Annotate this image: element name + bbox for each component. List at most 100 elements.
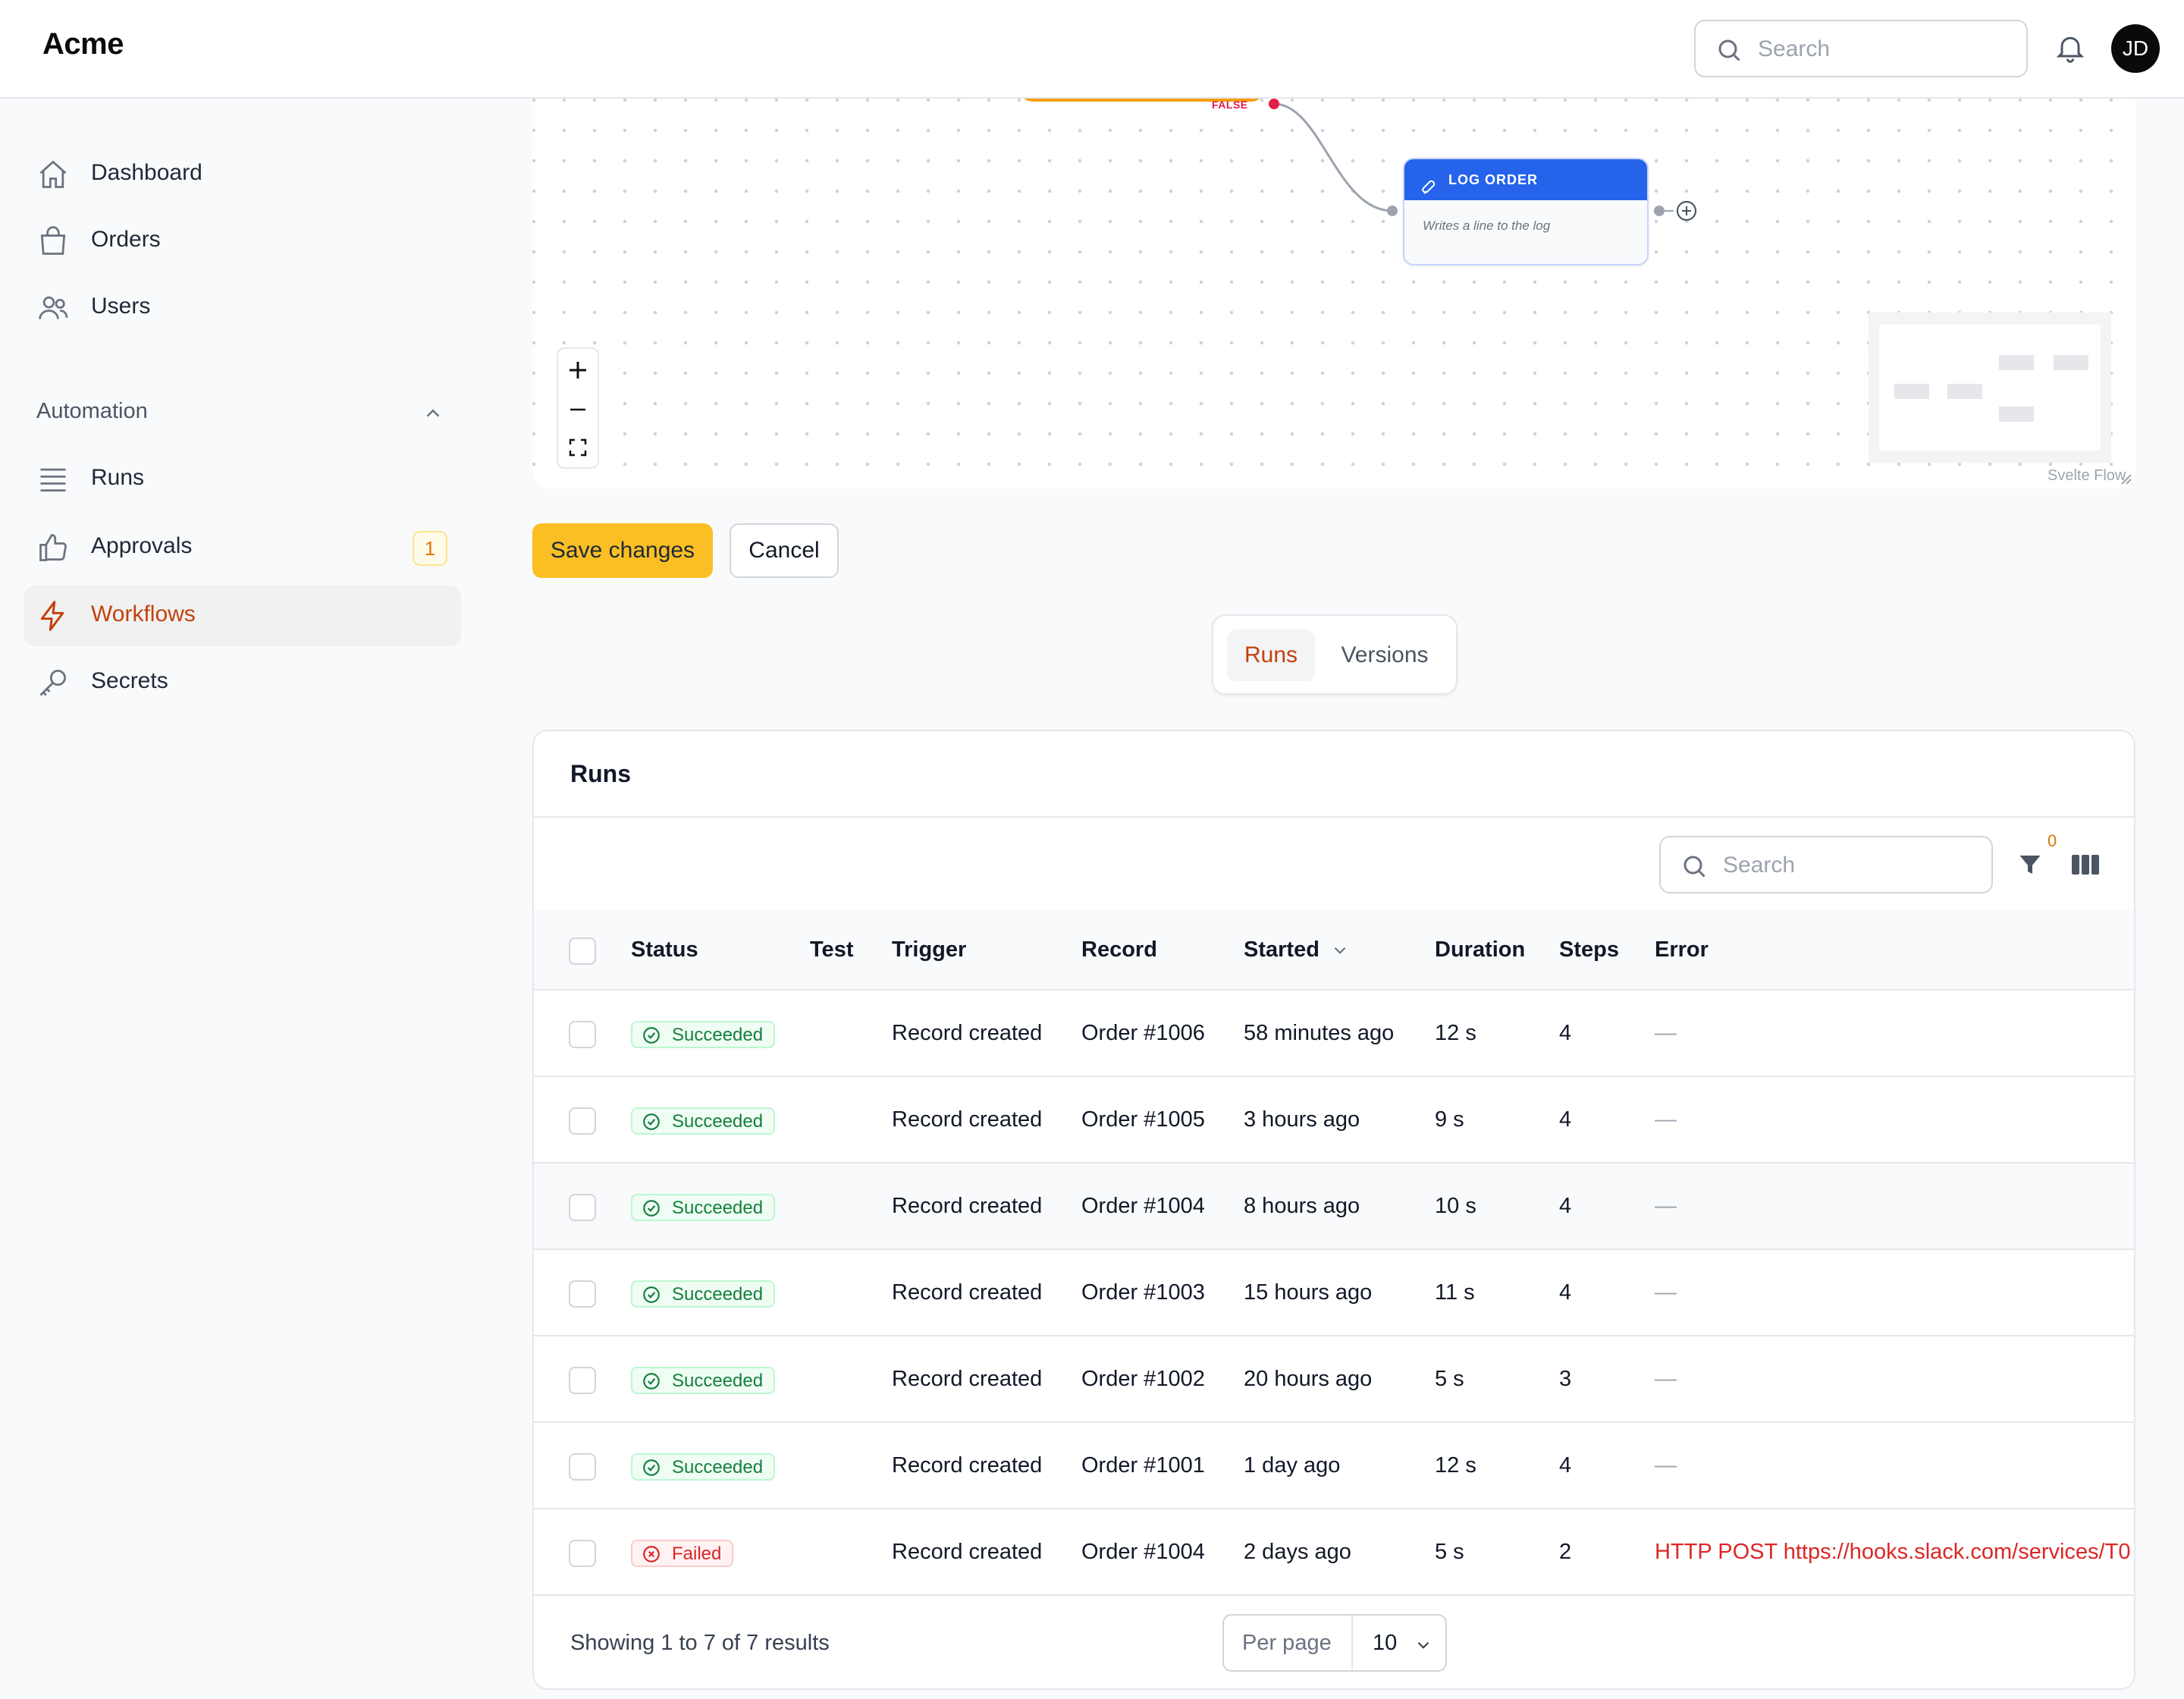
log-order-node[interactable]: LOG ORDER Writes a line to the log [1403,158,1649,265]
cell-started: 58 minutes ago [1244,1021,1395,1045]
cell-steps: 4 [1559,1194,1572,1218]
home-icon [36,158,70,191]
sidebar-item-label: Secrets [91,668,168,693]
cell-record: Order #1005 [1081,1107,1205,1132]
key-icon [36,666,70,699]
cell-steps: 2 [1559,1540,1572,1564]
search-placeholder: Search [1758,36,1831,61]
brand-logo[interactable]: Acme [42,27,124,61]
list-icon [36,463,70,496]
column-header-test[interactable]: Test [810,937,853,963]
row-checkbox[interactable] [569,1021,596,1048]
column-header-status[interactable]: Status [631,937,698,963]
cell-duration: 12 s [1435,1453,1476,1478]
cell-record: Order #1002 [1081,1367,1205,1391]
pagination-summary: Showing 1 to 7 of 7 results [570,1631,830,1655]
status-badge: Succeeded [631,1194,776,1221]
cell-error: HTTP POST https://hooks.slack.com/servic… [1655,1540,2131,1564]
column-header-record[interactable]: Record [1081,937,1157,963]
status-badge: Succeeded [631,1280,776,1308]
column-header-started[interactable]: Started [1244,937,1320,963]
row-checkbox[interactable] [569,1280,596,1308]
tab-versions[interactable]: Versions [1326,630,1444,681]
cell-duration: 5 s [1435,1540,1464,1564]
sidebar-item-users[interactable]: Users [24,278,461,338]
cell-started: 1 day ago [1244,1453,1341,1478]
sidebar-item-approvals[interactable]: Approvals 1 [24,517,461,578]
search-icon [1680,853,1708,884]
resize-handle-icon[interactable] [2120,473,2132,485]
cancel-button[interactable]: Cancel [730,523,839,578]
sidebar-item-orders[interactable]: Orders [24,211,461,272]
status-badge: Succeeded [631,1021,776,1048]
table-row[interactable]: Succeeded Record created Order #1006 58 … [534,991,2134,1077]
rocket-icon [1421,171,1439,212]
runs-card: Runs Search 0 Status Test Trigger Record… [532,730,2135,1690]
tab-runs[interactable]: Runs [1227,630,1315,681]
save-changes-button[interactable]: Save changes [532,523,713,578]
cell-started: 20 hours ago [1244,1367,1373,1391]
columns-icon[interactable] [2070,853,2101,881]
zoom-out-icon[interactable] [558,390,598,429]
cell-started: 8 hours ago [1244,1194,1360,1218]
row-checkbox[interactable] [569,1453,596,1481]
tab-bar: Runs Versions [1212,614,1458,695]
row-checkbox[interactable] [569,1194,596,1221]
fit-view-icon[interactable] [558,428,598,467]
bolt-icon [36,599,70,633]
row-checkbox[interactable] [569,1540,596,1567]
zoom-in-icon[interactable] [558,350,598,390]
cell-started: 2 days ago [1244,1540,1351,1564]
status-badge: Succeeded [631,1107,776,1135]
filter-icon[interactable] [2016,851,2044,882]
cell-started: 3 hours ago [1244,1107,1360,1132]
bell-icon[interactable] [2054,30,2087,69]
cell-duration: 11 s [1435,1280,1475,1305]
sidebar-item-runs[interactable]: Runs [24,449,461,510]
global-search-input[interactable]: Search [1694,20,2028,77]
table-row[interactable]: Succeeded Record created Order #1004 8 h… [534,1164,2134,1250]
table-row[interactable]: Succeeded Record created Order #1005 3 h… [534,1077,2134,1164]
cell-record: Order #1004 [1081,1540,1205,1564]
row-checkbox[interactable] [569,1367,596,1394]
add-node-icon[interactable] [1674,199,1699,227]
table-row[interactable]: Succeeded Record created Order #1001 1 d… [534,1423,2134,1509]
cell-duration: 10 s [1435,1194,1476,1218]
select-all-checkbox[interactable] [569,937,596,965]
cell-error: — [1655,1367,1677,1391]
cell-duration: 5 s [1435,1367,1464,1391]
sidebar-item-label: Dashboard [91,160,202,185]
x-circle-icon [642,1544,661,1572]
per-page-label: Per page [1242,1631,1332,1655]
table-row[interactable]: Succeeded Record created Order #1002 20 … [534,1336,2134,1423]
avatar[interactable]: JD [2111,24,2160,73]
runs-search-input[interactable]: Search [1659,836,1993,893]
check-circle-icon [642,1025,661,1053]
table-row[interactable]: Failed Record created Order #1004 2 days… [534,1509,2134,1596]
column-header-error[interactable]: Error [1655,937,1709,963]
divider [534,816,2134,818]
row-checkbox[interactable] [569,1107,596,1135]
cell-trigger: Record created [892,1280,1043,1305]
cell-trigger: Record created [892,1194,1043,1218]
sidebar-group-automation[interactable]: Automation [36,399,148,424]
cell-record: Order #1006 [1081,1021,1205,1045]
cell-record: Order #1001 [1081,1453,1205,1478]
column-header-duration[interactable]: Duration [1435,937,1525,963]
cell-steps: 4 [1559,1453,1572,1478]
sidebar-item-dashboard[interactable]: Dashboard [24,144,461,205]
workflow-canvas[interactable]: FALSE LOG ORDER Writes a line to the log [532,99,2135,488]
sort-desc-icon[interactable] [1330,941,1350,964]
sidebar-item-secrets[interactable]: Secrets [24,652,461,713]
cell-steps: 4 [1559,1280,1572,1305]
minimap[interactable] [1869,312,2111,463]
sidebar-item-workflows[interactable]: Workflows [24,586,461,646]
check-circle-icon [642,1371,661,1399]
column-header-trigger[interactable]: Trigger [892,937,966,963]
table-row[interactable]: Succeeded Record created Order #1003 15 … [534,1250,2134,1336]
per-page-select[interactable]: Per page 10 [1222,1614,1447,1672]
check-circle-icon [642,1198,661,1226]
flow-attribution[interactable]: Svelte Flow [2048,467,2126,485]
column-header-steps[interactable]: Steps [1559,937,1619,963]
chevron-up-icon[interactable] [422,402,444,429]
